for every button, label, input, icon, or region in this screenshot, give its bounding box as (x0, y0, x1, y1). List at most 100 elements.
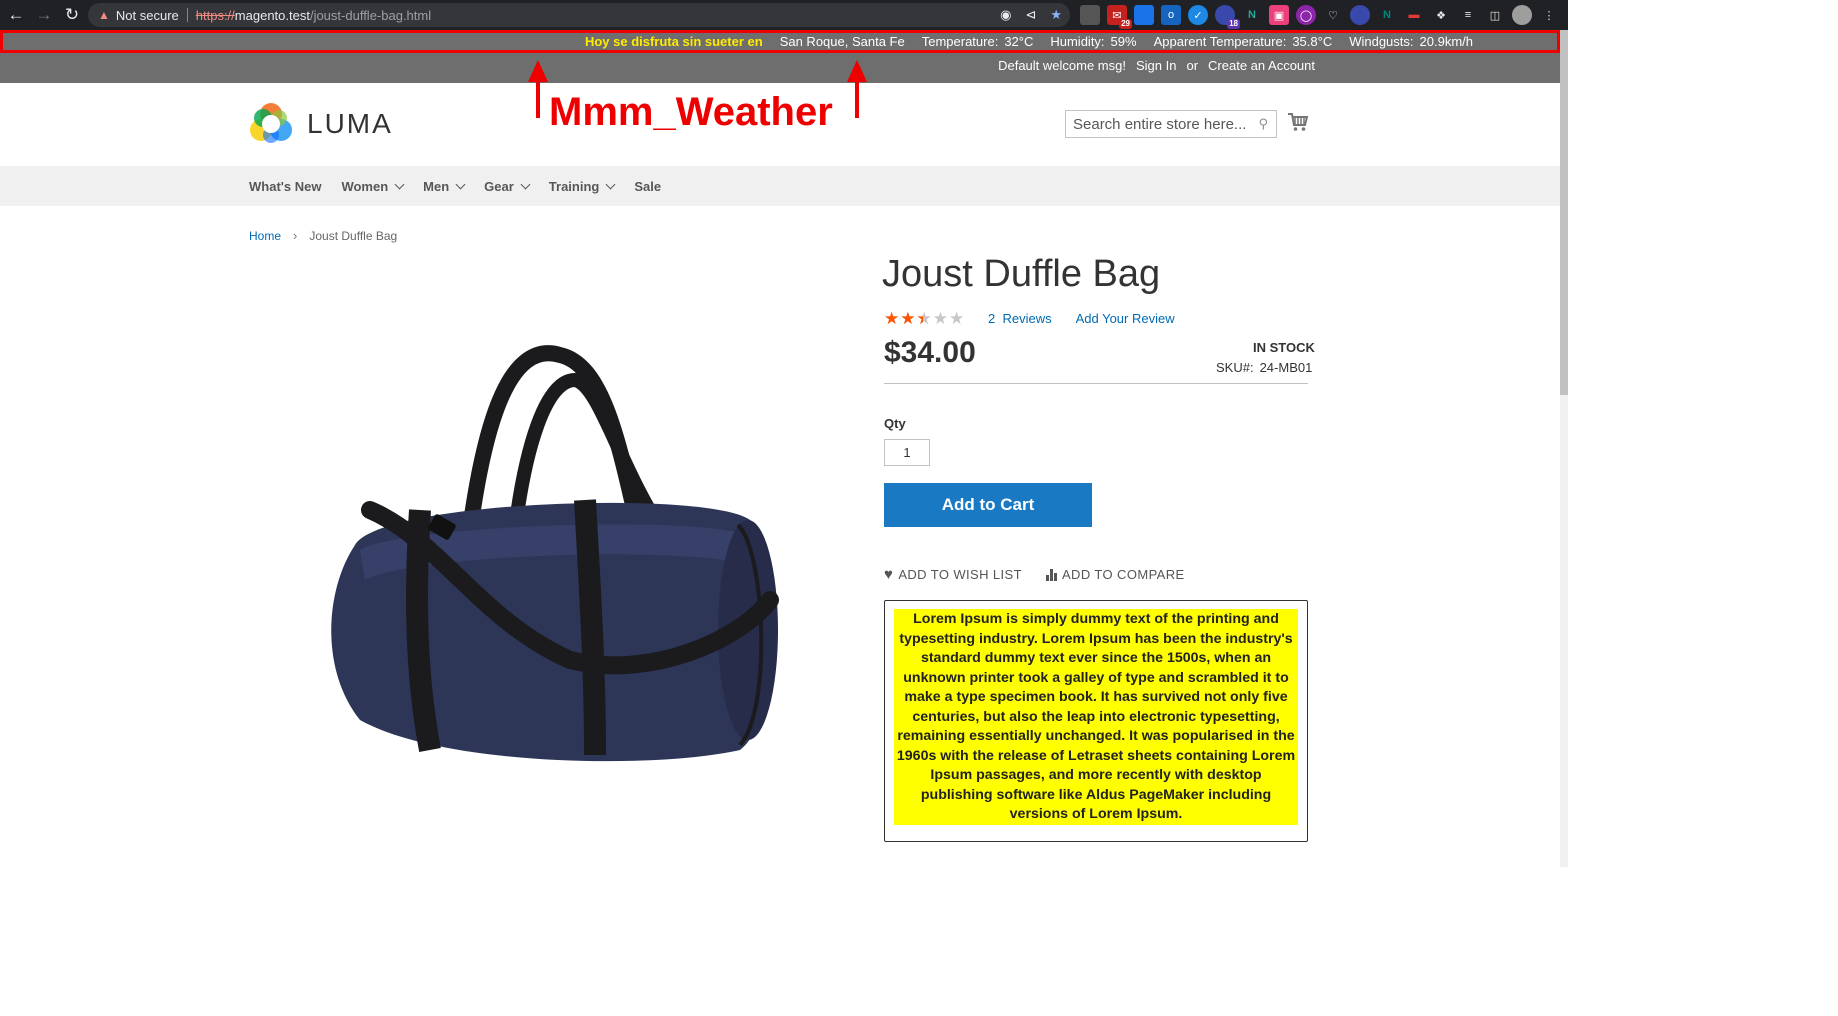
product-description: Lorem Ipsum is simply dummy text of the … (894, 609, 1298, 825)
sign-in-link[interactable]: Sign In (1136, 58, 1176, 73)
product-description-box: Lorem Ipsum is simply dummy text of the … (884, 600, 1308, 842)
nav-item-what-s-new[interactable]: What's New (249, 179, 321, 194)
extension-badge: 18 (1227, 19, 1240, 29)
nav-item-label: Training (548, 178, 600, 194)
reviews-link[interactable]: 2 Reviews (988, 311, 1052, 326)
nav-item-sale[interactable]: Sale (634, 179, 661, 194)
wishlist-label: ADD TO WISH LIST (898, 567, 1022, 582)
product-actions: ♥ ADD TO WISH LIST ADD TO COMPARE (884, 566, 1185, 583)
scrollbar-thumb[interactable] (1560, 30, 1568, 395)
weather-humidity: Humidity: 59% (1050, 34, 1136, 49)
rating-stars-filled: ★★★★★ (884, 309, 923, 328)
extension-icon[interactable]: ◯ (1296, 5, 1316, 25)
add-review-link[interactable]: Add Your Review (1076, 311, 1175, 326)
extension-icon[interactable]: o (1161, 5, 1181, 25)
welcome-message: Default welcome msg! (998, 58, 1126, 73)
weather-windgusts: Windgusts: 20.9km/h (1349, 34, 1473, 49)
luma-logo-icon (250, 103, 292, 143)
qty-label: Qty (884, 416, 906, 431)
chevron-down-icon (455, 179, 466, 189)
page-title: Joust Duffle Bag (882, 253, 1161, 295)
reviews-label: Reviews (1002, 310, 1052, 326)
extension-icon[interactable]: ▣ (1269, 5, 1289, 25)
breadcrumb: Home › Joust Duffle Bag (249, 228, 397, 243)
bookmark-star-icon[interactable]: ★ (1050, 7, 1062, 23)
mail-extension-icon[interactable]: ✉ 29 (1107, 5, 1132, 29)
create-account-link[interactable]: Create an Account (1208, 58, 1315, 73)
url-host: magento.test (234, 7, 310, 23)
header-links: Default welcome msg! Sign In or Create a… (988, 58, 1315, 73)
nav-item-training[interactable]: Training (548, 178, 616, 194)
divider (884, 383, 1308, 384)
chevron-down-icon (605, 179, 616, 189)
page: ← → ↻ ▲ Not secure https://magento.test /… (0, 0, 1568, 867)
weather-message: Hoy se disfruta sin sueter en (584, 34, 763, 49)
nav-item-men[interactable]: Men (423, 179, 466, 194)
annotation-arrow-right (855, 80, 859, 118)
product-price: $34.00 (884, 336, 976, 369)
menu-kebab-icon[interactable]: ⋮ (1539, 5, 1559, 25)
side-panel-icon[interactable]: ◫ (1485, 5, 1505, 25)
nav-item-label: What's New (249, 178, 322, 194)
extension-icon[interactable] (1080, 5, 1100, 25)
reading-list-icon[interactable]: ≡ (1458, 5, 1478, 25)
temperature-label: Temperature: (921, 34, 999, 49)
humidity-label: Humidity: (1050, 34, 1105, 49)
nav-item-gear[interactable]: Gear (484, 179, 531, 194)
share-icon[interactable]: ⊲ (1025, 7, 1036, 23)
qty-input[interactable]: 1 (884, 439, 930, 466)
sku-value: 24-MB01 (1259, 360, 1313, 375)
navigation-bar (0, 166, 1560, 206)
extension-icon[interactable]: ▬ (1404, 5, 1424, 25)
sku-label: SKU#: (1216, 360, 1254, 375)
stock-status: IN STOCK (1253, 340, 1315, 355)
mail-badge: 29 (1119, 19, 1132, 29)
apparent-temperature-label: Apparent Temperature: (1153, 34, 1287, 49)
add-to-compare-link[interactable]: ADD TO COMPARE (1045, 566, 1185, 583)
chevron-down-icon (520, 179, 531, 189)
chevron-down-icon (394, 179, 405, 189)
back-icon[interactable]: ← (2, 1, 30, 29)
weather-bar: Hoy se disfruta sin sueter en San Roque,… (0, 30, 1560, 53)
apparent-temperature-value: 35.8°C (1292, 34, 1333, 49)
url-path: /joust-duffle-bag.html (309, 7, 432, 23)
or-text: or (1186, 58, 1199, 73)
store-logo[interactable]: LUMA (249, 102, 393, 146)
annotation-arrowhead-left (528, 60, 548, 82)
extension-icon[interactable]: ♡ (1323, 5, 1343, 25)
panel-header (0, 53, 1560, 83)
warning-icon: ▲ (98, 8, 110, 22)
add-to-wishlist-link[interactable]: ♥ ADD TO WISH LIST (884, 566, 1022, 583)
product-rating: ★★★★★ ★★★★★ 2 Reviews Add Your Review (884, 309, 1175, 328)
reload-icon[interactable]: ↻ (58, 1, 86, 29)
browser-toolbar: ← → ↻ ▲ Not secure https://magento.test /… (0, 0, 1568, 30)
extension-icon[interactable]: N (1377, 5, 1397, 25)
extension-icon[interactable]: ✓ (1188, 5, 1208, 25)
extension-icon[interactable]: N (1242, 5, 1262, 25)
url-scheme: https:// (195, 7, 235, 23)
windgusts-label: Windgusts: (1349, 34, 1414, 49)
breadcrumb-separator-icon: › (293, 228, 298, 243)
forward-icon[interactable]: → (30, 1, 58, 29)
location-icon[interactable]: ◉ (1000, 7, 1011, 23)
nav-item-women[interactable]: Women (341, 179, 405, 194)
search-input[interactable]: Search entire store here... ⚲ (1065, 110, 1277, 138)
profile-avatar[interactable] (1512, 5, 1532, 25)
product-image[interactable] (320, 340, 790, 770)
address-bar[interactable]: ▲ Not secure https://magento.test/joust-… (88, 3, 1070, 27)
puzzle-icon[interactable]: ❖ (1431, 5, 1451, 25)
add-to-cart-button[interactable]: Add to Cart (884, 483, 1092, 527)
annotation-arrowhead-right (847, 60, 867, 82)
omnibox-divider (186, 8, 188, 22)
not-secure-label[interactable]: Not secure (116, 8, 179, 23)
breadcrumb-home-link[interactable]: Home (249, 229, 281, 243)
extension-icon[interactable] (1134, 5, 1154, 25)
cart-icon[interactable] (1287, 112, 1309, 132)
nav-item-label: Sale (634, 178, 662, 194)
reviews-count: 2 (988, 310, 996, 326)
extension-icon[interactable] (1350, 5, 1370, 25)
search-icon[interactable]: ⚲ (1258, 116, 1268, 132)
compare-icon (1045, 568, 1057, 581)
extension-icon[interactable]: 18 (1215, 5, 1240, 29)
weather-temperature: Temperature: 32°C (922, 34, 1034, 49)
